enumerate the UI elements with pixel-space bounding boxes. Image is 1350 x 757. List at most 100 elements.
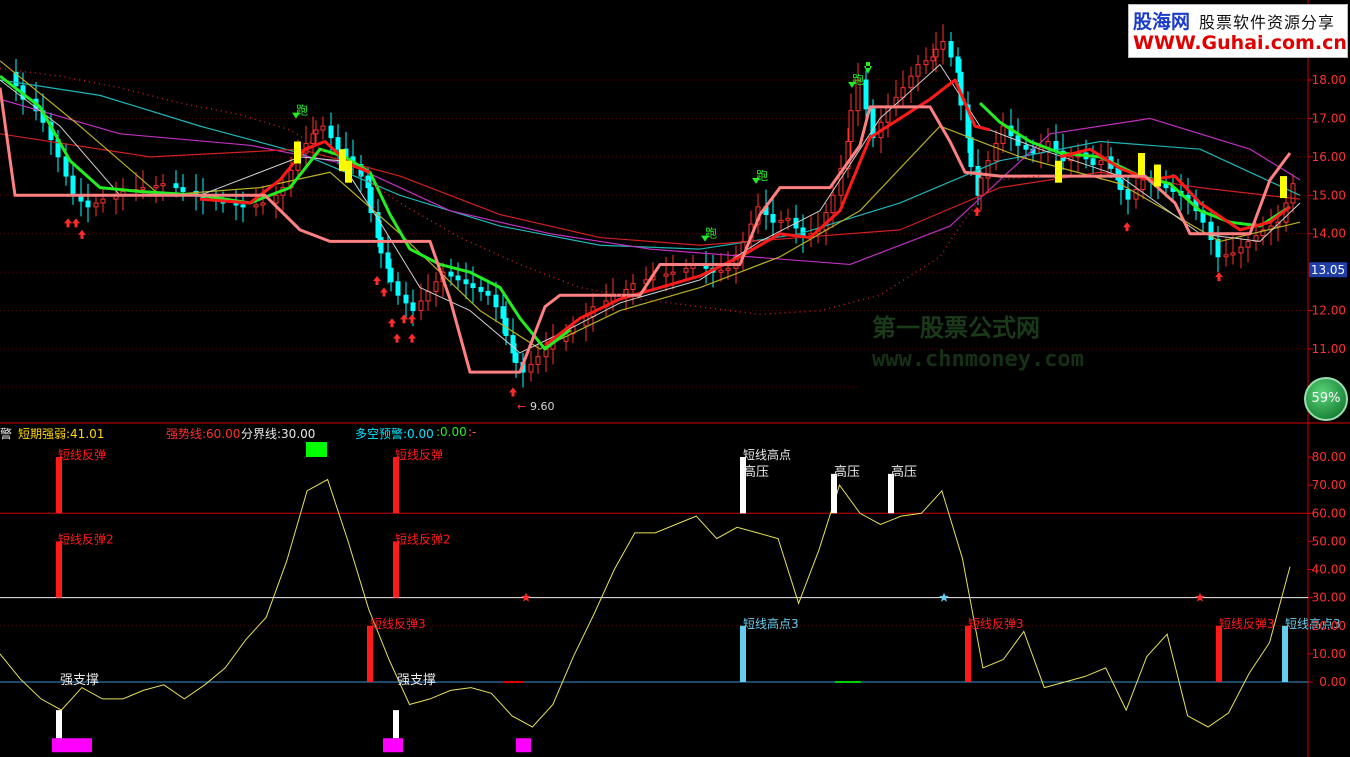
candle-body: [785, 217, 791, 221]
zero-tick-red: [503, 681, 523, 683]
header-value2: :0.00: [436, 425, 467, 439]
price-tick-label: 11.00: [1312, 342, 1346, 356]
magenta-block: [516, 738, 531, 753]
candle-body: [535, 356, 541, 365]
candle-body: [70, 175, 76, 196]
stock-chart: 跑跑跑跑← 9.60 短线反弹短线反弹2短线反弹短线反弹2短线反弹3 短线反弹3 短线…: [0, 0, 1350, 757]
price-tick-label: 14.00: [1312, 227, 1346, 241]
candle-body: [955, 56, 961, 73]
candle-body: [173, 183, 179, 189]
buy-arrow: [400, 314, 408, 324]
candle-body: [153, 185, 159, 189]
candle-body: [63, 156, 69, 177]
rebound3-bar: [965, 625, 971, 682]
buy-arrow: [64, 218, 72, 228]
ind-tick-label: 60.00: [1312, 506, 1346, 520]
support-bar: [56, 710, 62, 739]
candle-body: [485, 290, 491, 296]
short-high3-label: 短线高点3: [743, 616, 799, 631]
candle-body: [1115, 167, 1121, 181]
low-marker-arrow: ←: [517, 400, 526, 413]
candle-body: [418, 300, 424, 312]
ind-tick-label: 10.00: [1312, 647, 1346, 661]
header-divider-line: 分界线:30.00: [241, 427, 316, 441]
candle-body: [923, 60, 929, 66]
candle-body: [463, 279, 469, 285]
candle-body: [470, 283, 476, 289]
ind-tick-label: 30.00: [1312, 591, 1346, 605]
candle-body: [395, 281, 401, 296]
candle-body: [940, 41, 946, 50]
ma-white: [0, 64, 1301, 354]
green-signal-block: [306, 442, 327, 457]
buy-arrow: [408, 314, 416, 324]
candle-body: [885, 106, 891, 123]
candle-body: [1290, 183, 1296, 204]
candle-body: [335, 137, 341, 150]
short-high3-bar: [740, 625, 746, 682]
oscillator-line: [0, 478, 1291, 728]
candle-body: [778, 219, 784, 223]
price-tick-label: 15.00: [1312, 188, 1346, 202]
run-marker: [294, 141, 301, 164]
price-tick-label: 16.00: [1312, 150, 1346, 164]
ma-darkred: [0, 133, 1301, 246]
candle-body: [85, 200, 91, 208]
candle-body: [93, 202, 99, 208]
current-price-label: 13.05: [1311, 263, 1345, 277]
candle-body: [378, 237, 384, 254]
candle-body: [630, 283, 636, 290]
candle-body: [425, 290, 431, 302]
rebound2-label: 短线反弹2: [395, 532, 451, 546]
candle-body: [1098, 160, 1104, 166]
candle-body: [510, 335, 516, 354]
header-value3: :-: [468, 425, 477, 439]
logo-name: 股海网: [1133, 11, 1191, 33]
candle-body: [930, 56, 936, 62]
price-tick-label: 12.00: [1312, 304, 1346, 318]
candle-body: [260, 202, 266, 206]
candle-body: [478, 287, 484, 292]
run-marker: [1280, 176, 1287, 199]
logo-url: WWW.Guhai.com.cn: [1133, 32, 1347, 54]
candle-body: [978, 177, 984, 196]
candle-body: [1215, 238, 1221, 258]
pressure-label: 高压: [891, 464, 917, 480]
price-tick-label: 17.00: [1312, 111, 1346, 125]
candle-body: [830, 194, 836, 214]
site-logo[interactable]: 股海网 股票软件资源分享 WWW.Guhai.com.cn: [1128, 4, 1348, 58]
run-marker: [345, 160, 352, 183]
candle-body: [1125, 189, 1131, 200]
rebound-bar: [56, 457, 62, 514]
candle-body: [1223, 254, 1229, 258]
support-label: 强支撑: [397, 673, 436, 688]
short-high3-bar: [1282, 625, 1288, 682]
candle-body: [908, 75, 914, 89]
price-tick-label: 18.00: [1312, 73, 1346, 87]
buy-arrow: [380, 287, 388, 297]
header-strength: 短期强弱:41.01: [18, 427, 105, 441]
rebound-label: 短线反弹: [58, 448, 106, 462]
candle-body: [455, 275, 461, 281]
buy-arrow: [72, 218, 80, 228]
short-high-label: 短线高点: [743, 447, 791, 462]
ma-green-2: [978, 101, 1291, 228]
support-step-line: [0, 87, 1292, 374]
pressure-label: 高压: [834, 464, 860, 480]
candle-body: [1230, 252, 1236, 256]
zero-tick-green: [835, 681, 861, 683]
candle-body: [180, 187, 186, 192]
logo-slogan: 股票软件资源分享: [1199, 13, 1336, 32]
indicator-panel: 短线反弹短线反弹2 短线反弹短线反弹2 短线反弹3 短线反弹3 短线反弹3 短线高点3 短线…: [0, 442, 1341, 753]
candle-body: [328, 125, 334, 139]
ind-tick-label: 20.00: [1312, 619, 1346, 633]
candle-body: [915, 64, 921, 77]
candle-body: [1238, 246, 1244, 254]
magenta-block: [383, 738, 403, 753]
progress-badge[interactable]: 59%: [1304, 377, 1348, 421]
ind-tick-label: 0.00: [1319, 675, 1346, 689]
buy-arrow: [373, 275, 381, 285]
header-warning: 多空预警:0.00: [355, 427, 434, 441]
rebound-label: 短线反弹: [395, 448, 443, 462]
watermark-url: www.chnmoney.com: [872, 347, 1084, 372]
